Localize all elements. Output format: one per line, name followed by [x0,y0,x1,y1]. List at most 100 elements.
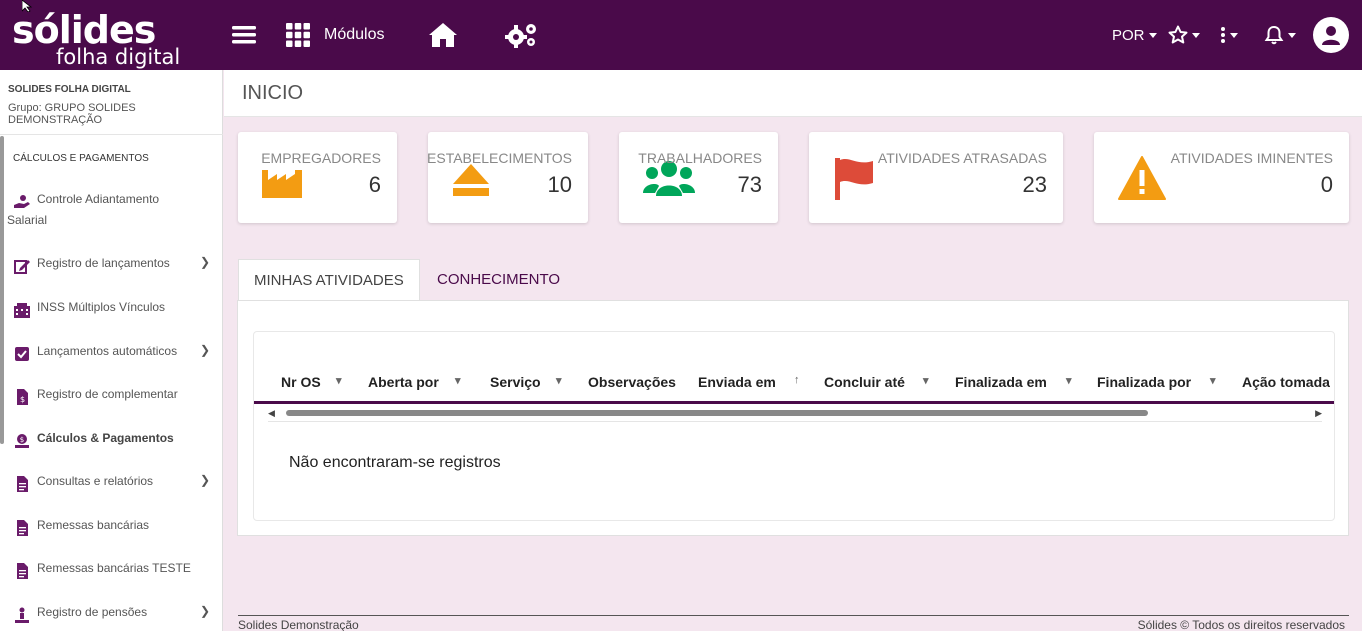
activities-panel: Nr OS ▾ Aberta por ▾ Serviço ▾ Observações … [237,300,1349,536]
footer: Solides Demonstração Sólides © Todos os … [238,615,1349,631]
column-label: Observações [588,374,676,390]
scroll-right-icon[interactable]: ▶ [1315,408,1322,419]
card-estabelecimentos[interactable]: ESTABELECIMENTOS 10 [427,132,588,223]
language-label: POR [1112,26,1145,44]
divider [0,134,223,135]
sidebar-item-registro-complementar[interactable]: $ Registro de complementar [8,387,218,407]
column-label: Ação tomada [1242,374,1330,390]
sidebar-item-remessas-bancarias[interactable]: Remessas bancárias [8,518,218,538]
sidebar-item-registro-pensoes[interactable]: Registro de pensões ❯ [8,604,218,625]
column-finalizada-em[interactable]: Finalizada em ▾ [955,374,1072,390]
gears-icon [505,24,536,48]
card-label: ATIVIDADES IMINENTES [1170,150,1333,166]
logo-main-text: sólides [12,8,156,52]
sidebar-item-inss-multiplos[interactable]: INSS Múltiplos Vínculos [8,300,218,320]
scroll-left-icon[interactable]: ◀ [268,408,275,419]
sidebar-item-label: Cálculos & Pagamentos [37,431,174,445]
sidebar-item-label-line2: Salarial [7,213,48,227]
sidebar-item-controle-adiantamento[interactable]: Controle Adiantamento Salarial [7,192,218,232]
language-selector[interactable]: POR [1112,20,1157,50]
avatar[interactable] [1313,17,1349,53]
sort-up-icon: ↑ [794,374,800,386]
column-enviada-em[interactable]: Enviada em ↑ [698,374,800,390]
sidebar-section-title: CÁLCULOS E PAGAMENTOS [13,153,149,164]
sort-down-icon: ▾ [556,375,562,387]
home-button[interactable] [428,20,458,50]
footer-company: Solides Demonstração [238,618,359,631]
chevron-right-icon: ❯ [200,473,211,487]
sidebar: SOLIDES FOLHA DIGITAL Grupo: GRUPO SOLID… [0,70,223,631]
card-empregadores[interactable]: EMPREGADORES 6 [238,132,397,223]
logo-sub-text: folha digital [56,45,181,69]
column-observacoes[interactable]: Observações [588,374,676,390]
sidebar-item-label: Consultas e relatórios [37,474,154,488]
card-atividades-atrasadas[interactable]: ATIVIDADES ATRASADAS 23 [809,132,1063,223]
divider [268,421,1322,422]
chevron-right-icon: ❯ [200,604,211,618]
flag-icon [835,158,873,200]
column-label: Aberta por [368,374,439,390]
chevron-down-icon [1230,32,1238,38]
column-concluir-ate[interactable]: Concluir até ▾ [824,374,929,390]
sidebar-item-lancamentos-automaticos[interactable]: Lançamentos automáticos ❯ [8,343,218,364]
sidebar-item-calculos-pagamentos[interactable]: $ Cálculos & Pagamentos [8,431,218,451]
grid-icon [286,23,310,47]
column-nr-os[interactable]: Nr OS ▾ [281,374,342,390]
person-icon [15,607,29,623]
sort-down-icon: ▾ [1210,375,1216,387]
settings-button[interactable] [504,20,538,50]
modules-button[interactable]: Módulos [286,20,384,50]
money-hand-icon: $ [15,434,29,448]
column-label: Nr OS [281,374,321,390]
card-value: 23 [1022,172,1047,197]
chevron-down-icon [1288,32,1296,38]
column-label: Finalizada por [1097,374,1192,390]
card-value: 0 [1320,172,1333,197]
favorites-button[interactable] [1168,20,1200,50]
modules-label: Módulos [324,26,385,43]
empty-message: Não encontraram-se registros [289,454,501,471]
hamburger-icon [232,26,256,44]
sidebar-item-label: Registro de complementar [37,387,178,401]
column-acao-tomada[interactable]: Ação tomada [1242,374,1330,390]
chevron-right-icon: ❯ [200,343,211,357]
column-aberta-por[interactable]: Aberta por ▾ [368,374,461,390]
sort-down-icon: ▾ [336,375,342,387]
column-servico[interactable]: Serviço ▾ [490,374,562,390]
top-bar: sólides folha digital Módulos POR [0,0,1362,70]
svg-text:$: $ [20,436,24,444]
sidebar-scrollbar[interactable] [0,136,4,444]
sidebar-item-remessas-bancarias-teste[interactable]: Remessas bancárias TESTE [8,561,218,581]
card-atividades-iminentes[interactable]: ATIVIDADES IMINENTES 0 [1094,132,1349,223]
sidebar-item-consultas-relatorios[interactable]: Consultas e relatórios ❯ [8,473,218,494]
factory-icon [262,170,302,198]
menu-toggle-button[interactable] [232,20,256,50]
chevron-down-icon [1148,32,1157,38]
home-icon [429,23,457,47]
column-label: Serviço [490,374,541,390]
more-options-button[interactable] [1220,20,1238,50]
sidebar-item-label: INSS Múltiplos Vínculos [37,300,166,314]
warning-icon [1118,156,1166,200]
horizontal-scrollbar[interactable]: ◀ ▶ [268,408,1322,418]
scrollbar-thumb[interactable] [286,410,1148,416]
column-finalizada-por[interactable]: Finalizada por ▾ [1097,374,1216,390]
file-text-icon [17,476,28,492]
column-label: Enviada em [698,374,776,390]
card-label: ESTABELECIMENTOS [427,150,572,166]
card-value: 10 [547,172,572,197]
building-icon [14,303,30,318]
chevron-down-icon [1192,32,1200,38]
activities-table: Nr OS ▾ Aberta por ▾ Serviço ▾ Observações … [253,331,1335,521]
notifications-button[interactable] [1264,20,1296,50]
card-trabalhadores[interactable]: TRABALHADORES 73 [619,132,778,223]
file-text-icon [17,520,28,536]
tab-minhas-atividades[interactable]: MINHAS ATIVIDADES [238,259,420,301]
sidebar-item-registro-lancamentos[interactable]: Registro de lançamentos ❯ [8,255,218,276]
mouse-cursor-icon [22,0,33,12]
sidebar-company-title: SOLIDES FOLHA DIGITAL [8,84,131,95]
logo[interactable]: sólides folha digital [12,8,192,68]
chevron-right-icon: ❯ [200,255,211,269]
sort-down-icon: ▾ [1066,375,1072,387]
tab-conhecimento[interactable]: CONHECIMENTO [422,259,575,301]
